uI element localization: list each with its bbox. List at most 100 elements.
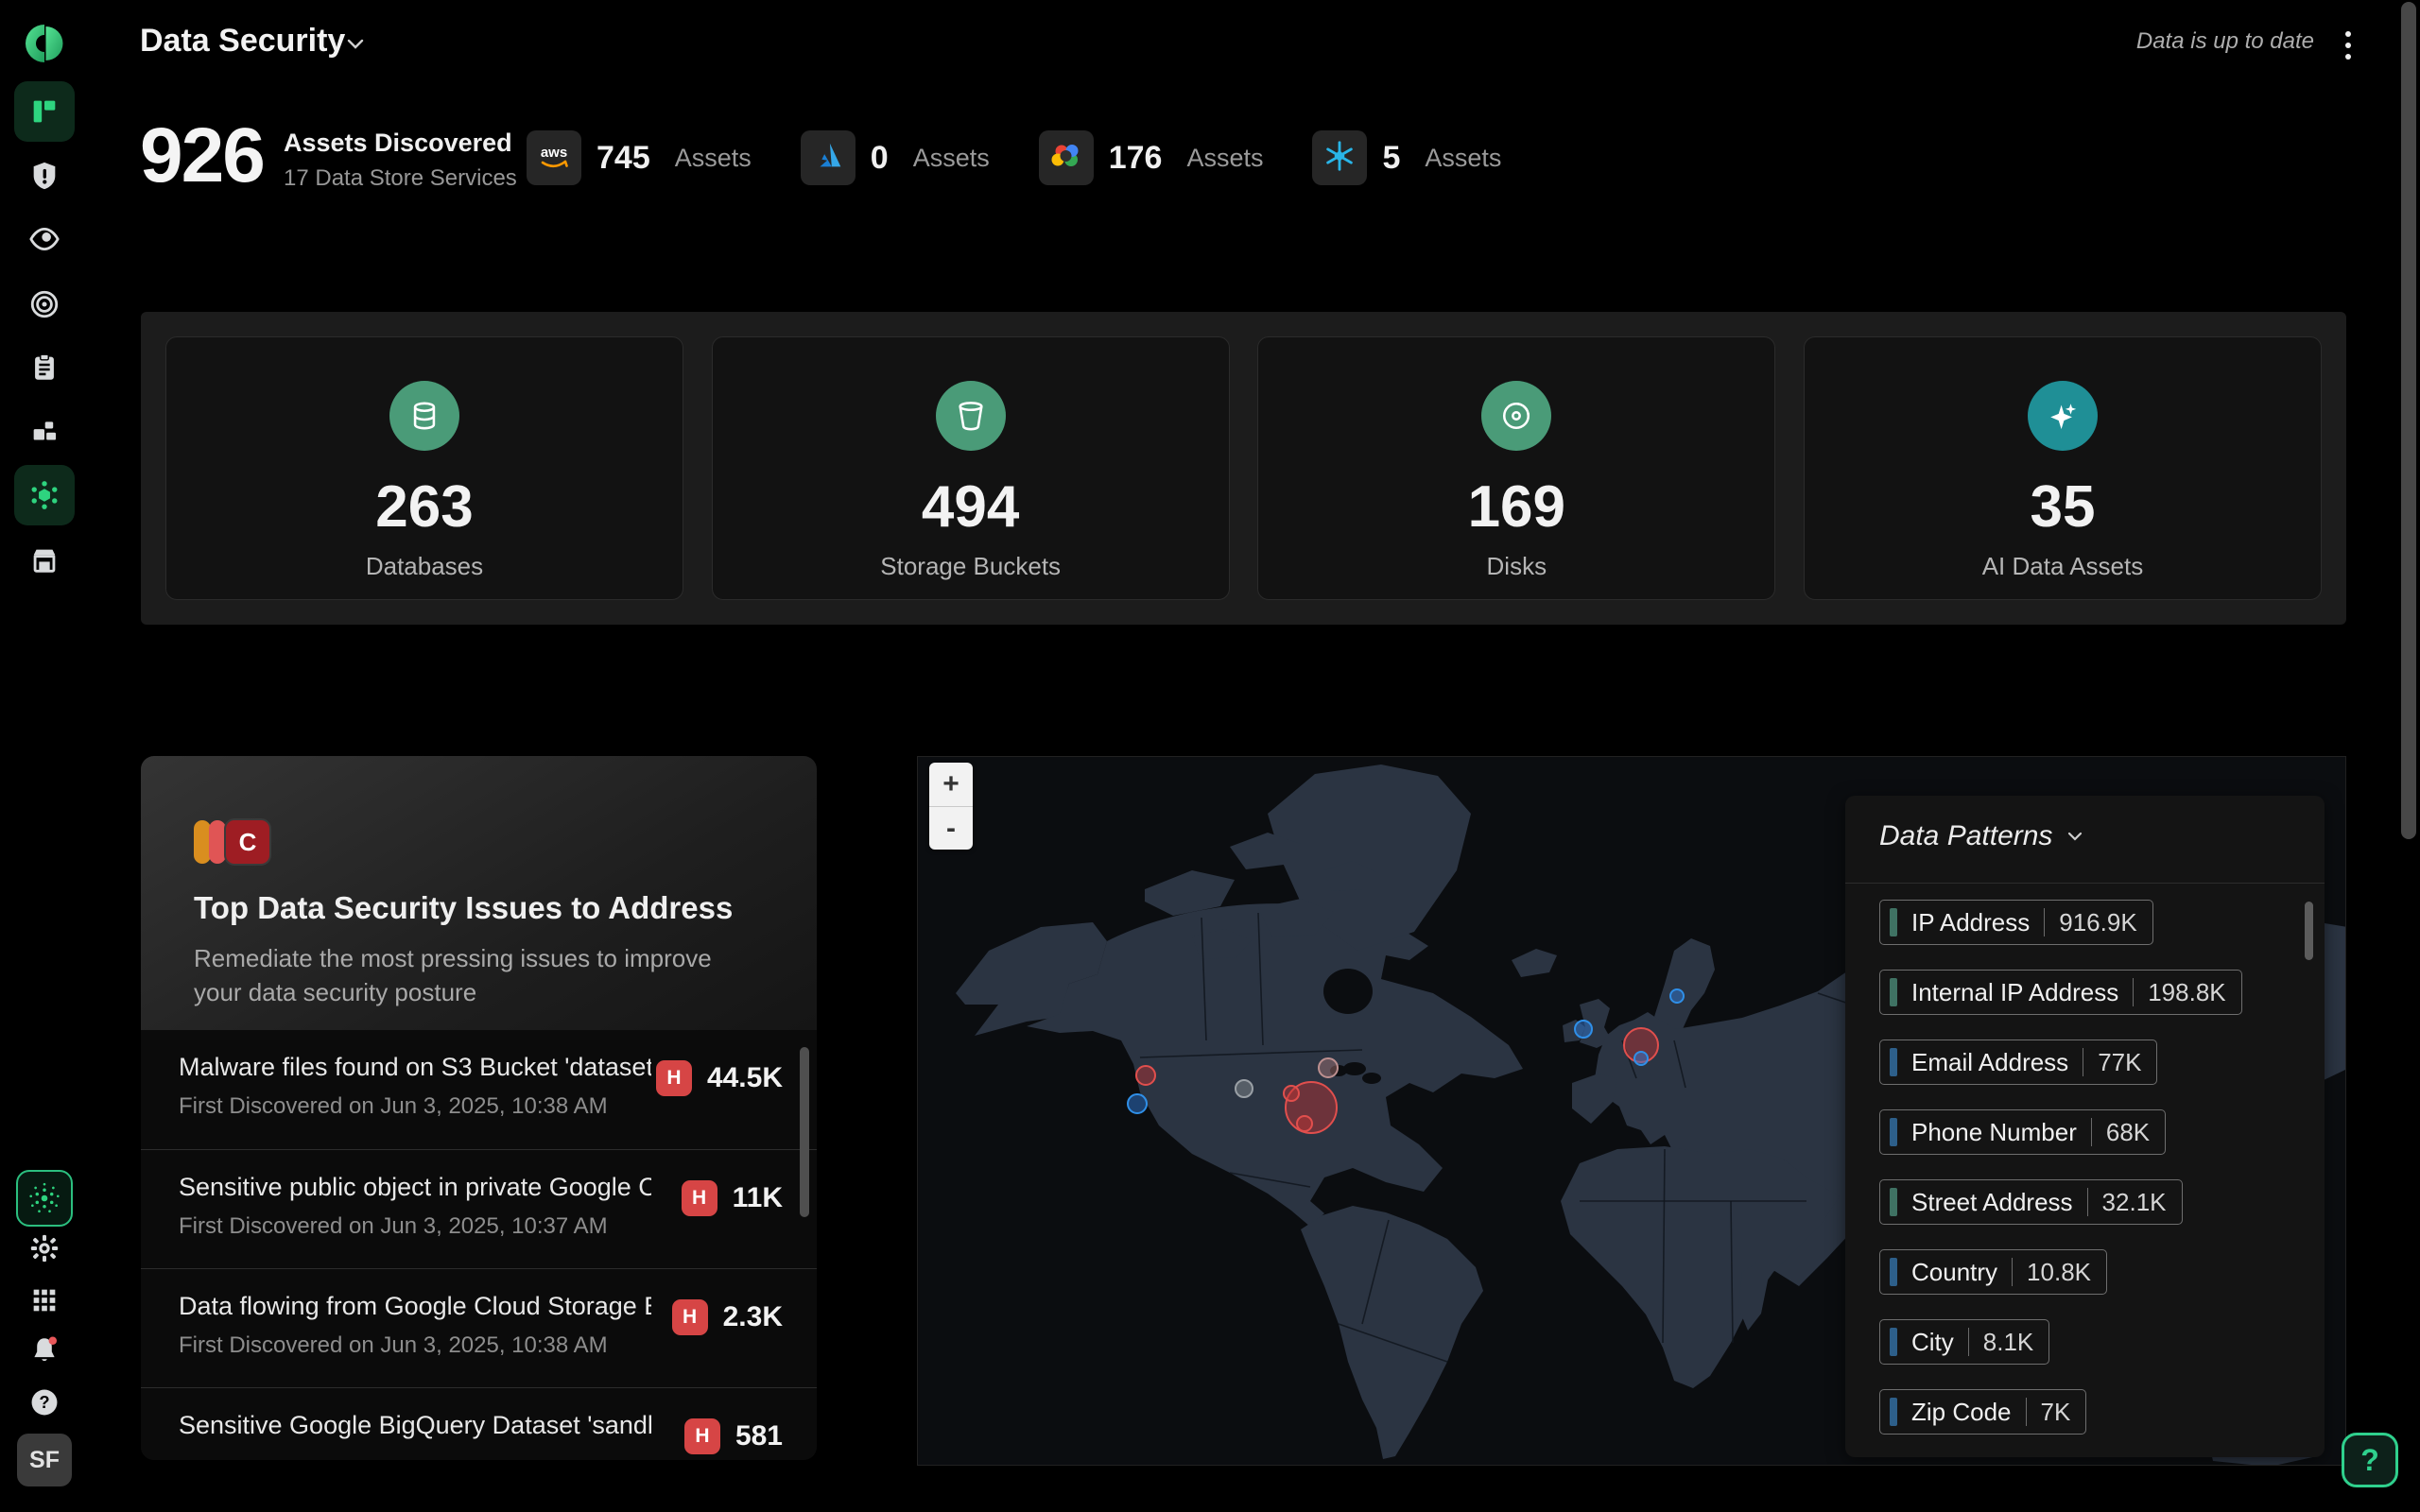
divider [1968, 1328, 1969, 1356]
card-value: 263 [375, 473, 473, 541]
pattern-label: IP Address [1911, 908, 2030, 937]
sidebar-item-help[interactable]: ? [14, 1378, 75, 1427]
issue-row[interactable]: Sensitive Google BigQuery Dataset 'sandb… [141, 1387, 817, 1460]
pattern-color-bar [1890, 1398, 1897, 1426]
divider [2087, 1188, 2088, 1216]
data-pattern-chip[interactable]: Street Address32.1K [1879, 1179, 2183, 1225]
data-pattern-chip[interactable]: City8.1K [1879, 1319, 2049, 1365]
map-location-dot[interactable] [1296, 1115, 1313, 1132]
pattern-label: City [1911, 1328, 1954, 1357]
page-scrollbar[interactable] [2401, 2, 2416, 839]
issues-subtitle: Remediate the most pressing issues to im… [194, 941, 761, 1009]
data-patterns-panel: Data Patterns IP Address 916.9K Internal I… [1845, 796, 2325, 1457]
issues-scrollbar[interactable] [800, 1047, 809, 1217]
sidebar-item-risks[interactable] [14, 146, 75, 206]
asset-card[interactable]: 169 Disks [1257, 336, 1775, 600]
user-avatar[interactable]: SF [17, 1434, 72, 1486]
sidebar-item-settings[interactable] [14, 1224, 75, 1273]
sidebar-item-policies[interactable] [14, 337, 75, 398]
svg-text:aws: aws [541, 145, 567, 161]
sidebar-item-integrations[interactable] [14, 402, 75, 462]
zoom-out-button[interactable]: - [929, 806, 973, 850]
card-label: Disks [1487, 552, 1547, 581]
issue-count: 581 [735, 1420, 783, 1452]
status-text: Data is up to date [2136, 28, 2314, 55]
map-location-dot[interactable] [1127, 1093, 1148, 1114]
map-zoom-controls: + - [929, 763, 973, 850]
map-location-dot[interactable] [1669, 988, 1685, 1004]
map-location-dot[interactable] [1574, 1020, 1593, 1039]
provider-label: Assets [1425, 144, 1501, 173]
aws-icon-tile: aws [527, 130, 581, 185]
database-icon-circle [389, 381, 459, 451]
sidebar-item-marketplace[interactable] [14, 530, 75, 591]
pattern-color-bar [1890, 1328, 1897, 1356]
sidebar-item-attack-paths[interactable] [14, 274, 75, 335]
world-map-panel[interactable]: + - Data Patterns IP Address 916.9K Intern… [917, 756, 2346, 1466]
data-patterns-scrollbar[interactable] [2305, 902, 2313, 960]
issue-discovered: First Discovered on Jun 3, 2025, 10:38 A… [179, 1332, 783, 1359]
card-value: 494 [922, 473, 1019, 541]
app-logo-icon[interactable] [22, 21, 67, 66]
sidebar-item-apps[interactable] [14, 1276, 75, 1325]
zoom-in-button[interactable]: + [929, 763, 973, 806]
apps-grid-icon [28, 1284, 60, 1316]
pattern-color-bar [1890, 1048, 1897, 1076]
sidebar-item-visibility[interactable] [14, 209, 75, 269]
help-fab-button[interactable]: ? [2342, 1433, 2398, 1487]
card-value: 169 [1468, 473, 1565, 541]
data-pattern-chip[interactable]: Phone Number68K [1879, 1109, 2166, 1155]
gcp-icon-tile [1039, 130, 1094, 185]
provider-stat: 176Assets [1039, 130, 1264, 185]
issue-row[interactable]: Data flowing from Google Cloud Storage B… [141, 1268, 817, 1387]
data-pattern-chip[interactable]: Country10.8K [1879, 1249, 2107, 1295]
issue-title: Sensitive Google BigQuery Dataset 'sandb… [179, 1411, 651, 1440]
severity-badge: H [684, 1418, 720, 1454]
severity-badge: H [672, 1299, 708, 1335]
pattern-label: Internal IP Address [1911, 978, 2118, 1007]
page-title[interactable]: Data Security [140, 23, 345, 60]
provider-label: Assets [1186, 144, 1263, 173]
map-location-dot[interactable] [1283, 1085, 1300, 1102]
snowflake-icon-tile [1312, 130, 1367, 185]
asset-card[interactable]: 494Storage Buckets [712, 336, 1230, 600]
assets-total-label: Assets Discovered [284, 129, 517, 158]
data-pattern-chip[interactable]: IP Address 916.9K [1879, 900, 2153, 945]
sidebar-item-dashboard[interactable] [14, 81, 75, 142]
pattern-label: Zip Code [1911, 1398, 2012, 1427]
map-location-dot[interactable] [1235, 1079, 1253, 1098]
bucket-icon [955, 400, 987, 432]
provider-stat: 0Assets [801, 130, 990, 185]
data-security-icon [28, 479, 60, 511]
pattern-count: 198.8K [2148, 978, 2225, 1007]
azure-icon [810, 138, 846, 179]
map-location-dot[interactable] [1634, 1051, 1649, 1066]
data-pattern-chip[interactable]: Internal IP Address 198.8K [1879, 970, 2242, 1015]
sidebar-item-ai-assistant[interactable] [16, 1170, 73, 1227]
assets-total-sublabel: 17 Data Store Services [284, 165, 517, 192]
data-pattern-chip[interactable]: Zip Code7K [1879, 1389, 2086, 1435]
target-icon [28, 288, 60, 320]
sidebar-item-data-security[interactable] [14, 465, 75, 525]
issue-row[interactable]: Sensitive public object in private Googl… [141, 1149, 817, 1268]
notifications-bell-icon [28, 1334, 60, 1366]
divider [2012, 1258, 2013, 1286]
sidebar: ? SF [0, 0, 90, 1512]
map-location-dot[interactable] [1135, 1065, 1156, 1086]
pattern-label: Country [1911, 1258, 1997, 1287]
divider [2091, 1118, 2092, 1146]
asset-card[interactable]: 35AI Data Assets [1804, 336, 2322, 600]
pattern-count: 32.1K [2102, 1188, 2167, 1217]
map-location-dot[interactable] [1318, 1057, 1339, 1078]
sidebar-item-notifications[interactable] [14, 1326, 75, 1375]
chevron-down-icon[interactable] [344, 36, 367, 58]
issue-row[interactable]: Malware files found on S3 Bucket 'datase… [141, 1030, 817, 1149]
data-patterns-header[interactable]: Data Patterns [1879, 820, 2084, 852]
data-patterns-title: Data Patterns [1879, 820, 2052, 852]
sparkle-icon [2047, 400, 2079, 432]
kebab-menu-icon[interactable] [2329, 25, 2367, 66]
pattern-count: 916.9K [2059, 908, 2136, 937]
asset-card[interactable]: 263Databases [165, 336, 683, 600]
data-pattern-chips: IP Address 916.9K Internal IP Address 198.8… [1879, 900, 2242, 1459]
data-pattern-chip[interactable]: Email Address77K [1879, 1040, 2157, 1085]
